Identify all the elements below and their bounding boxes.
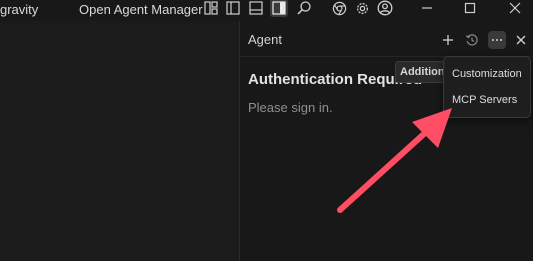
maximize-icon[interactable] — [461, 0, 479, 16]
agent-panel-header: Agent — [240, 21, 533, 57]
minimize-icon[interactable] — [418, 0, 436, 16]
panel-title: Agent — [248, 32, 282, 47]
window-close-icon[interactable] — [506, 0, 524, 16]
auth-subtitle: Please sign in. — [248, 100, 333, 115]
chrome-icon[interactable] — [330, 0, 348, 16]
panel-bottom-icon[interactable] — [247, 0, 265, 16]
settings-icon[interactable] — [353, 0, 371, 16]
sidebar-left-icon[interactable] — [224, 0, 242, 16]
layout-icon[interactable] — [202, 0, 220, 16]
open-agent-manager-button[interactable]: Open Agent Manager — [79, 2, 203, 17]
more-icon[interactable] — [488, 31, 506, 49]
app-window: gravity Open Agent Manager Agent Authent… — [0, 0, 533, 261]
menu-item-customization[interactable]: Customization — [452, 68, 522, 80]
history-icon[interactable] — [463, 31, 481, 49]
search-icon[interactable] — [295, 0, 313, 16]
add-icon[interactable] — [439, 31, 457, 49]
app-name: gravity — [0, 2, 39, 17]
more-menu: Customization MCP Servers — [443, 56, 531, 118]
editor-area — [0, 21, 239, 261]
account-icon[interactable] — [376, 0, 394, 16]
more-tooltip: Additional — [395, 61, 447, 83]
title-bar: gravity Open Agent Manager — [0, 0, 533, 21]
sidebar-right-icon[interactable] — [270, 0, 288, 17]
menu-item-mcp-servers[interactable]: MCP Servers — [452, 94, 517, 106]
close-icon[interactable] — [512, 31, 530, 49]
